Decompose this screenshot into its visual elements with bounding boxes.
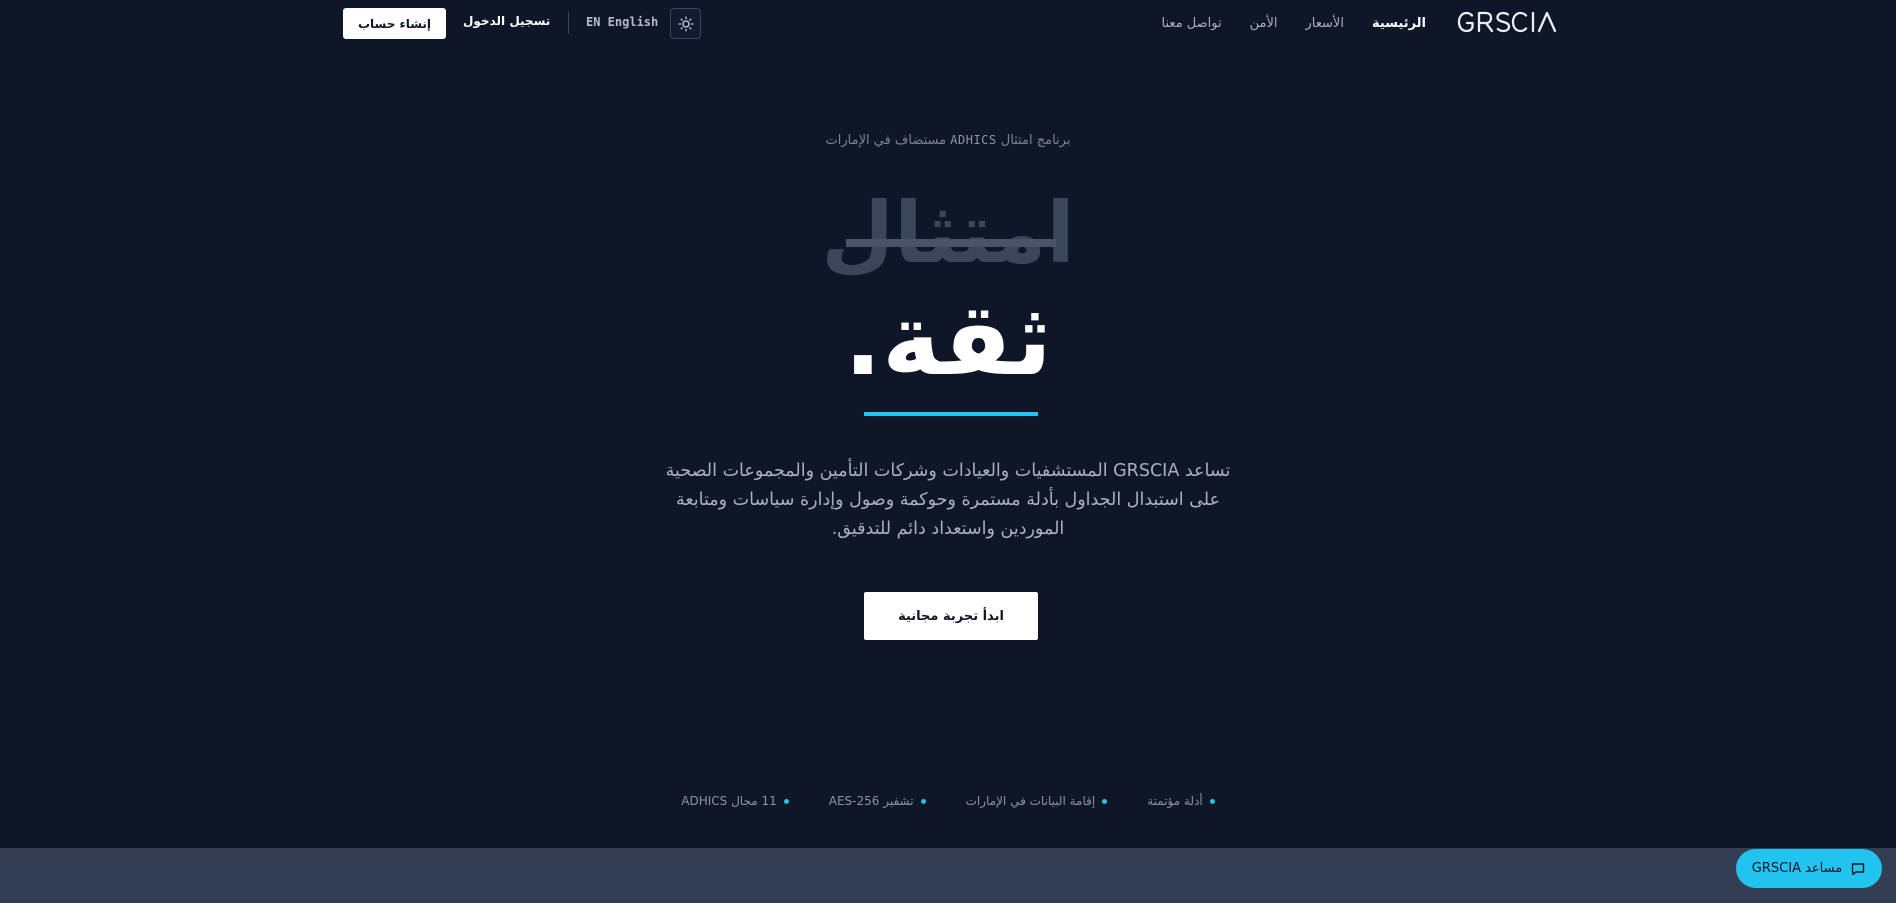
theme-toggle-button[interactable] bbox=[670, 8, 701, 39]
struck-word: امتثال bbox=[821, 184, 1075, 282]
nav-item-security[interactable]: الأمن bbox=[1250, 16, 1278, 31]
bullet-dot-icon bbox=[783, 798, 789, 804]
chat-bubble-icon bbox=[1852, 862, 1865, 875]
sun-icon bbox=[678, 16, 693, 31]
login-link[interactable]: تسجيل الدخول bbox=[463, 14, 550, 34]
nav-item-contact[interactable]: تواصل معنا bbox=[1162, 16, 1222, 31]
language-switcher[interactable]: EN English bbox=[586, 15, 658, 33]
bullet-dot-icon bbox=[920, 798, 926, 804]
eyebrow-end: مستضاف في الإمارات bbox=[825, 133, 947, 148]
feature-item: إقامة البيانات في الإمارات bbox=[966, 792, 1108, 810]
bullet-dot-icon bbox=[1209, 798, 1215, 804]
feature-label: أدلة مؤتمتة bbox=[1147, 794, 1203, 808]
main-nav: الرئيسية الأسعار الأمن تواصل معنا bbox=[1162, 12, 1426, 34]
feature-item: أدلة مؤتمتة bbox=[1147, 792, 1215, 810]
eyebrow-start: برنامج امتثال bbox=[1000, 133, 1071, 148]
start-free-trial-button[interactable]: ابدأ تجربة مجانية bbox=[864, 592, 1038, 640]
grscia-logo[interactable] bbox=[1456, 9, 1560, 35]
eyebrow-code: ADHICS bbox=[950, 133, 997, 147]
hero-eyebrow: برنامج امتثال ADHICS مستضاف في الإمارات bbox=[0, 133, 1896, 148]
strike-through-line bbox=[846, 239, 1056, 247]
top-header: الرئيسية الأسعار الأمن تواصل معنا إنشاء … bbox=[0, 0, 1896, 46]
nav-item-home[interactable]: الرئيسية bbox=[1372, 16, 1426, 31]
signup-button[interactable]: إنشاء حساب bbox=[343, 8, 446, 39]
header-divider bbox=[568, 12, 569, 34]
feature-label: 11 مجال ADHICS bbox=[681, 794, 777, 808]
feature-item: تشفير AES-256 bbox=[829, 792, 926, 810]
nav-item-pricing[interactable]: الأسعار bbox=[1306, 16, 1344, 31]
feature-label: إقامة البيانات في الإمارات bbox=[965, 794, 1096, 808]
bullet-dot-icon bbox=[1102, 798, 1108, 804]
assistant-label: مساعد GRSCIA bbox=[1751, 861, 1843, 876]
feature-list: 11 مجال ADHICS تشفير AES-256 إقامة البيا… bbox=[0, 792, 1896, 810]
page: الرئيسية الأسعار الأمن تواصل معنا إنشاء … bbox=[0, 0, 1896, 903]
headline-underline bbox=[864, 412, 1038, 416]
feature-item: 11 مجال ADHICS bbox=[681, 792, 789, 810]
next-section-band bbox=[0, 848, 1896, 903]
hero-headline: ثقة. bbox=[843, 281, 1053, 398]
hero-description: تساعد GRSCIA المستشفيات والعيادات وشركات… bbox=[665, 461, 1231, 539]
feature-label: تشفير AES-256 bbox=[828, 794, 914, 808]
assistant-chat-button[interactable]: مساعد GRSCIA bbox=[1736, 849, 1882, 888]
